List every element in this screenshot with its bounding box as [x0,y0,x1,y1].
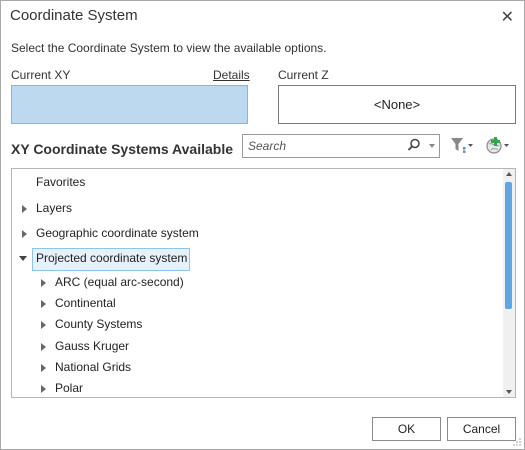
tree-item-geographic[interactable]: Geographic coordinate system [22,223,322,244]
vertical-scrollbar[interactable] [503,169,515,397]
current-z-box[interactable]: <None> [278,85,516,124]
tree-item-national-grids[interactable]: National Grids [41,357,341,378]
tree-item-label: ARC (equal arc-second) [55,275,184,289]
title-bar: Coordinate System ✕ [1,1,524,31]
search-dropdown-icon[interactable] [429,144,435,148]
tree-item-favorites[interactable]: Favorites [36,172,85,193]
search-input[interactable]: Search [242,134,440,158]
scroll-up-icon[interactable] [506,172,512,176]
dialog-title: Coordinate System [10,7,138,24]
tree-item-label: Polar [55,381,84,395]
expand-arrow-icon[interactable] [41,321,46,329]
cancel-button[interactable]: Cancel [447,417,516,441]
tree-item-projected[interactable]: Projected coordinate system [19,248,319,269]
filter-icon [451,138,473,153]
tree-item-continental[interactable]: Continental [41,293,341,314]
tree-item-label: National Grids [55,360,132,374]
expand-arrow-icon[interactable] [41,343,46,351]
scroll-down-icon[interactable] [506,390,512,394]
globe-add-icon [486,137,509,154]
tree-item-county-systems[interactable]: County Systems [41,314,341,335]
tree-item-label: Geographic coordinate system [36,226,199,240]
expand-arrow-icon[interactable] [22,205,27,213]
tree-item-gauss-kruger[interactable]: Gauss Kruger [41,336,341,357]
close-icon[interactable]: ✕ [501,7,514,27]
scrollbar-thumb[interactable] [505,182,512,309]
current-xy-box[interactable] [11,85,248,124]
current-xy-label: Current XY [11,68,71,82]
resize-grip-icon[interactable] [513,438,521,446]
available-heading: XY Coordinate Systems Available [11,141,234,157]
tree-item-layers[interactable]: Layers [22,198,322,219]
expand-arrow-icon[interactable] [41,279,46,287]
coordinate-system-dialog: Coordinate System ✕ Select the Coordinat… [0,0,525,450]
tree-item-arc[interactable]: ARC (equal arc-second) [41,272,341,293]
expand-arrow-icon[interactable] [22,230,27,238]
expand-arrow-icon[interactable] [41,300,46,308]
search-placeholder: Search [248,139,287,153]
add-coordinate-system-button[interactable] [485,135,511,155]
tree-item-label: Gauss Kruger [55,339,130,353]
tree-item-label: Continental [55,296,116,310]
collapse-arrow-icon[interactable] [19,256,27,261]
ok-button[interactable]: OK [372,417,441,441]
tree-item-label: Layers [36,201,73,215]
tree-item-label: Projected coordinate system [36,251,188,265]
coordinate-system-tree[interactable]: Favorites Layers Geographic coordinate s… [11,168,516,398]
expand-arrow-icon[interactable] [41,364,46,372]
current-z-label: Current Z [278,68,329,82]
instruction-text: Select the Coordinate System to view the… [11,41,327,55]
filter-button[interactable] [448,135,474,155]
search-icon[interactable] [407,138,421,152]
details-link[interactable]: Details [213,68,250,82]
expand-arrow-icon[interactable] [41,385,46,393]
tree-item-polar[interactable]: Polar [41,378,341,397]
tree-item-label: Favorites [36,175,86,189]
tree-item-label: County Systems [55,317,143,331]
